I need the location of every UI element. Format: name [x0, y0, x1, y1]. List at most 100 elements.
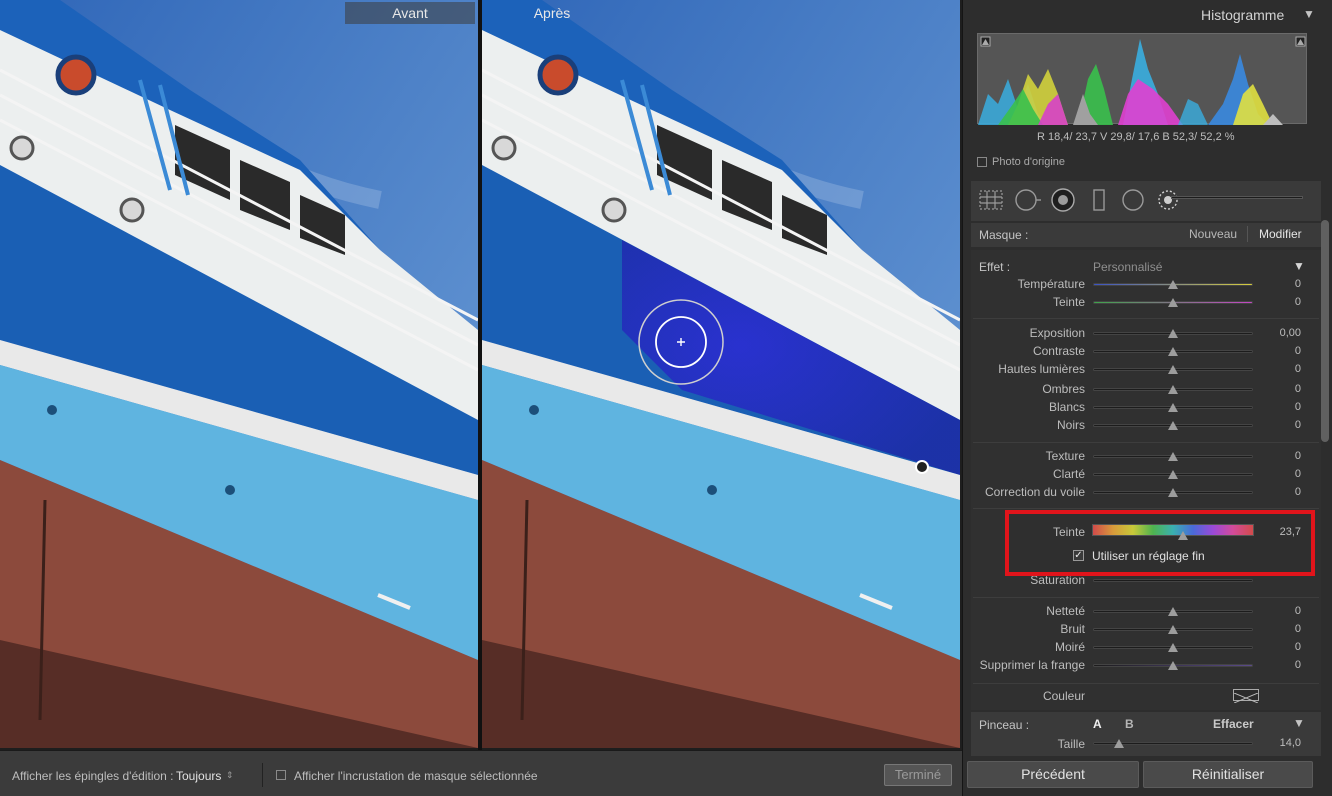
noirs-value: 0: [1294, 419, 1301, 431]
correction-du-voile-label: Correction du voile: [984, 485, 1085, 499]
after-image[interactable]: Après: [482, 0, 960, 748]
contraste-thumb[interactable]: [1168, 347, 1178, 356]
moire-label: Moiré: [1054, 640, 1085, 654]
clarte-thumb[interactable]: [1168, 470, 1178, 479]
nettete-thumb[interactable]: [1168, 607, 1178, 616]
hue-label: Teinte: [1052, 525, 1085, 539]
original-photo-checkbox[interactable]: [977, 157, 987, 167]
hautes-lumieres-label: Hautes lumières: [998, 362, 1085, 376]
mask-overlay-checkbox[interactable]: [276, 770, 286, 780]
reset-button[interactable]: Réinitialiser: [1143, 761, 1313, 788]
contraste-label: Contraste: [1032, 344, 1085, 358]
tool-strip-slider[interactable]: [1171, 196, 1303, 199]
texture-value: 0: [1294, 450, 1301, 462]
exposition-value: 0,00: [1279, 327, 1301, 339]
brush-size-value: 14,0: [1279, 737, 1301, 749]
edit-pin: [915, 460, 929, 474]
color-label: Couleur: [1042, 689, 1085, 703]
brush-b-button[interactable]: B: [1125, 717, 1134, 731]
edit-pins-label: Afficher les épingles d'édition :: [12, 769, 174, 783]
exposition-label: Exposition: [1029, 326, 1085, 340]
mask-label: Masque :: [979, 228, 1029, 242]
saturation-slider[interactable]: [1093, 579, 1253, 582]
blancs-thumb[interactable]: [1168, 403, 1178, 412]
histogram-title[interactable]: Histogramme: [1201, 7, 1284, 23]
effect-label: Effet :: [979, 260, 1011, 274]
texture-thumb[interactable]: [1168, 452, 1178, 461]
brush-collapse-triangle-icon[interactable]: ▼: [1293, 716, 1305, 730]
red-eye-icon: [1051, 188, 1075, 212]
bruit-value: 0: [1294, 623, 1301, 635]
correction-du-voile-thumb[interactable]: [1168, 488, 1178, 497]
ombres-value: 0: [1294, 383, 1301, 395]
original-photo-label: Photo d'origine: [992, 156, 1066, 168]
noirs-label: Noirs: [1056, 418, 1085, 432]
bottom-toolbar: Afficher les épingles d'édition : Toujou…: [0, 750, 962, 796]
before-image: Avant: [0, 0, 478, 748]
mask-edit-button[interactable]: Modifier: [1259, 227, 1302, 241]
histogram[interactable]: [977, 33, 1307, 125]
supprimer-la-frange-value: 0: [1294, 659, 1301, 671]
previous-button[interactable]: Précédent: [967, 761, 1139, 788]
collapse-triangle-icon[interactable]: ▼: [1303, 7, 1315, 21]
temperature-value: 0: [1294, 278, 1301, 290]
crop-overlay-icon: [979, 190, 1003, 210]
fine-adjust-checkbox[interactable]: ✓: [1073, 550, 1084, 561]
clarte-value: 0: [1294, 468, 1301, 480]
hue-slider-thumb[interactable]: [1177, 531, 1188, 540]
color-swatch[interactable]: [1233, 689, 1259, 704]
exposition-thumb[interactable]: [1168, 329, 1178, 338]
mask-new-button[interactable]: Nouveau: [1189, 227, 1237, 241]
moire-value: 0: [1294, 641, 1301, 653]
brush-label: Pinceau :: [979, 718, 1030, 732]
hue-slider[interactable]: [1092, 524, 1254, 536]
ombres-thumb[interactable]: [1168, 385, 1178, 394]
before-label: Avant: [345, 2, 475, 24]
blancs-label: Blancs: [1048, 400, 1085, 414]
brush-size-label: Taille: [1057, 737, 1085, 751]
tool-strip: [971, 181, 1321, 221]
teinte-tint-label: Teinte: [1052, 295, 1085, 309]
toolbar-divider: [262, 763, 263, 787]
section-divider: [973, 597, 1319, 598]
section-divider: [973, 508, 1319, 509]
bruit-label: Bruit: [1060, 622, 1085, 636]
fine-adjust-label: Utiliser un réglage fin: [1092, 549, 1205, 563]
blancs-value: 0: [1294, 401, 1301, 413]
clarte-label: Clarté: [1052, 467, 1085, 481]
done-button[interactable]: Terminé: [884, 764, 952, 786]
bruit-thumb[interactable]: [1168, 625, 1178, 634]
ombres-label: Ombres: [1042, 382, 1085, 396]
edit-pins-select[interactable]: Toujours: [176, 769, 221, 783]
texture-label: Texture: [1045, 449, 1085, 463]
nettete-label: Netteté: [1046, 604, 1085, 618]
brush-erase-button[interactable]: Effacer: [1213, 717, 1254, 731]
temperature-label: Température: [1017, 277, 1085, 291]
select-arrows-icon[interactable]: ⇕: [226, 770, 234, 781]
noirs-thumb[interactable]: [1168, 421, 1178, 430]
hautes-lumieres-value: 0: [1294, 363, 1301, 375]
section-divider: [973, 442, 1319, 443]
hautes-lumieres-thumb[interactable]: [1168, 365, 1178, 374]
temperature-thumb[interactable]: [1168, 280, 1178, 289]
after-label: Après: [533, 5, 571, 21]
adjustment-brush-icon: [1158, 190, 1178, 210]
brush-a-button[interactable]: A: [1093, 717, 1102, 731]
panel-scrollbar[interactable]: [1321, 220, 1329, 442]
brush-size-thumb[interactable]: [1114, 739, 1124, 748]
section-divider: [973, 318, 1319, 319]
contraste-value: 0: [1294, 345, 1301, 357]
hue-fine-adjust-highlight: Teinte 23,7 ✓ Utiliser un réglage fin: [1005, 510, 1315, 576]
supprimer-la-frange-thumb[interactable]: [1168, 661, 1178, 670]
rgb-readout: R 18,4/ 23,7 V 29,8/ 17,6 B 52,3/ 52,2 %: [1037, 131, 1235, 143]
nettete-value: 0: [1294, 605, 1301, 617]
section-divider: [973, 683, 1319, 684]
spot-removal-icon: [1015, 189, 1041, 211]
moire-thumb[interactable]: [1168, 643, 1178, 652]
teinte-tint-thumb[interactable]: [1168, 298, 1178, 307]
mask-overlay-label: Afficher l'incrustation de masque sélect…: [294, 769, 538, 783]
effect-collapse-triangle-icon[interactable]: ▼: [1293, 259, 1305, 273]
photo-viewer[interactable]: Avant Après: [0, 0, 962, 750]
effect-preset-select[interactable]: Personnalisé: [1093, 260, 1162, 274]
mask-divider: [1247, 226, 1248, 242]
